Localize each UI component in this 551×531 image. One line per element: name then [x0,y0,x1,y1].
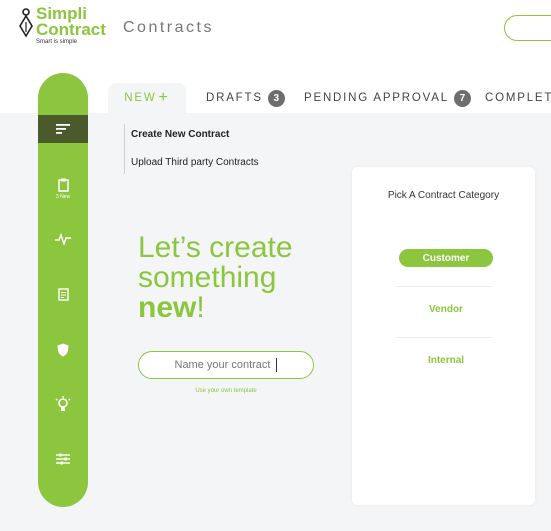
category-customer-button[interactable]: Customer [399,249,493,267]
tab-new[interactable]: NEW + [108,83,186,113]
tab-completed[interactable]: COMPLET [485,83,551,113]
plus-icon: + [158,89,170,106]
upload-third-party-link[interactable]: Upload Third party Contracts [131,157,259,168]
tab-new-label: NEW [124,92,157,104]
lightbulb-icon [55,396,71,411]
sidebar-item-security[interactable] [38,340,88,360]
category-internal-button[interactable]: Internal [399,351,493,369]
create-new-contract-link[interactable]: Create New Contract [131,129,229,140]
document-icon [57,287,69,301]
divider [396,286,492,287]
tab-drafts[interactable]: DRAFTS 3 [206,83,285,113]
brand-tagline: Smart is simple [36,39,78,45]
use-own-template-link[interactable]: Use your own template [138,388,314,394]
sidebar-item-ideas[interactable] [38,393,88,417]
contract-name-placeholder: Name your contract [174,359,271,371]
divider [396,337,492,338]
tab-pending-label: PENDING APPROVAL [304,92,449,104]
tab-pending-approval[interactable]: PENDING APPROVAL 7 [304,83,471,113]
sidebar-item-settings[interactable] [38,449,88,469]
contract-tabs: NEW + DRAFTS 3 PENDING APPROVAL 7 COMPLET [108,83,551,113]
new-contract-submenu: Create New Contract Upload Third party C… [124,124,259,174]
pen-nib-icon [19,8,33,38]
brand-name: Simpli Contract [36,4,106,39]
tab-completed-label: COMPLET [485,92,551,104]
contract-name-input[interactable]: Name your contract [138,351,314,379]
text-caret [276,358,278,372]
category-card: Pick A Contract Category Customer Vendor… [352,167,535,505]
category-title: Pick A Contract Category [387,190,500,201]
drafts-count-badge: 3 [267,89,285,107]
hero-heading: Let’s create something new! [138,231,293,324]
category-vendor-button[interactable]: Vendor [399,300,493,318]
sidebar-item-contracts[interactable]: 3 New [38,172,88,206]
top-bar: Simpli Contract Smart is simple Contract… [0,0,551,62]
sliders-icon [56,453,70,465]
menu-icon [56,124,70,134]
tab-drafts-label: DRAFTS [206,92,263,104]
sidebar-item-documents[interactable] [38,284,88,304]
activity-icon [55,233,71,245]
clipboard-icon [57,178,69,192]
pending-count-badge: 7 [453,89,471,107]
search-input[interactable] [504,15,551,41]
shield-icon [57,343,69,357]
page-title: Contracts [123,19,214,36]
new-count-label: 3 New [55,194,71,200]
logo[interactable]: Simpli Contract Smart is simple [18,4,118,50]
sidebar-item-menu[interactable] [38,115,88,143]
sidebar-item-activity[interactable] [38,229,88,249]
